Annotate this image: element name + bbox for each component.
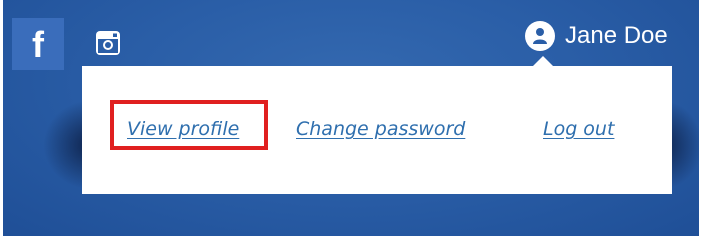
- log-out-link[interactable]: Log out: [543, 118, 614, 140]
- facebook-icon: f: [32, 24, 44, 65]
- change-password-link[interactable]: Change password: [296, 118, 465, 140]
- header-bar: f Jane Doe View profile Change password …: [3, 0, 699, 236]
- view-profile-link[interactable]: View profile: [127, 118, 239, 140]
- instagram-icon[interactable]: [95, 30, 121, 56]
- user-name: Jane Doe: [565, 22, 668, 49]
- user-dropdown-menu: View profile Change password Log out: [82, 66, 672, 194]
- dropdown-caret: [533, 56, 553, 66]
- user-icon: [533, 28, 547, 44]
- avatar: [525, 21, 555, 51]
- user-menu-toggle[interactable]: Jane Doe: [525, 20, 668, 52]
- facebook-link[interactable]: f: [12, 18, 64, 70]
